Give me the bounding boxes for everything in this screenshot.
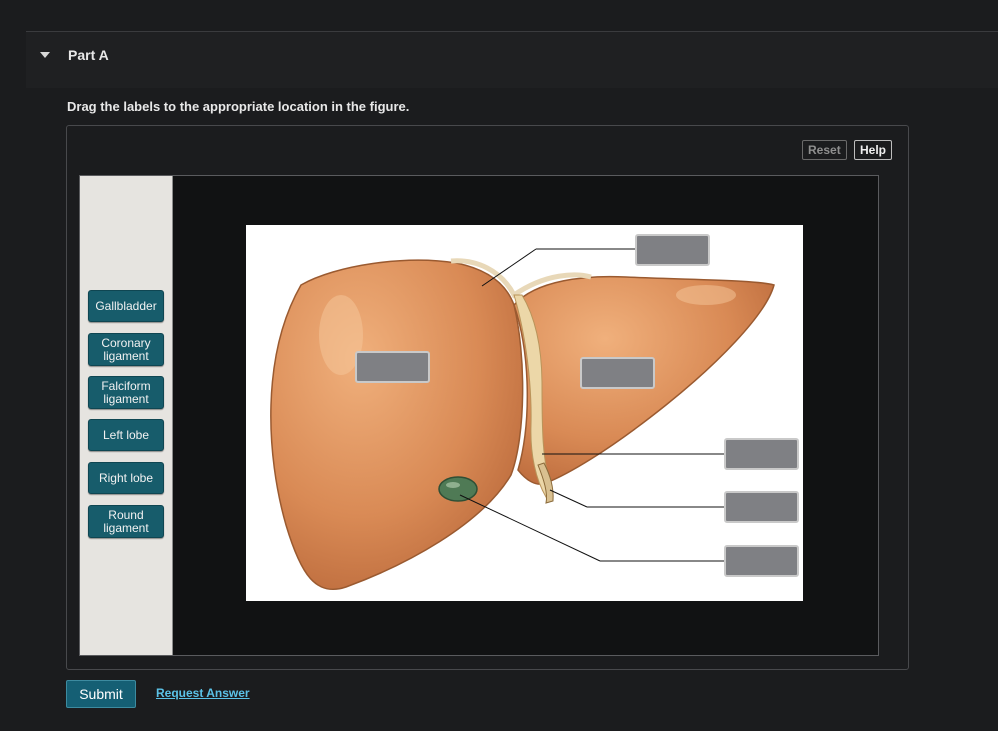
drop-target-round[interactable] <box>724 491 799 523</box>
part-title: Part A <box>68 47 109 63</box>
label-text: Left lobe <box>102 427 150 442</box>
label-text: ligament <box>103 391 149 406</box>
label-text: Round <box>108 507 144 522</box>
request-answer-link[interactable]: Request Answer <box>156 686 250 700</box>
label-text: Coronary <box>101 335 151 350</box>
drop-target-left[interactable] <box>580 357 655 389</box>
part-header[interactable] <box>26 32 998 88</box>
label-text: ligament <box>103 348 149 363</box>
label-coronary-ligament[interactable]: Coronary ligament <box>88 333 164 366</box>
instructions-text: Drag the labels to the appropriate locat… <box>67 99 410 114</box>
drop-target-right[interactable] <box>355 351 430 383</box>
label-round-ligament[interactable]: Round ligament <box>88 505 164 538</box>
liver-figure <box>246 225 803 601</box>
label-text: Right lobe <box>98 470 154 485</box>
label-text: Falciform <box>101 378 151 393</box>
label-text: Gallbladder <box>95 298 157 313</box>
drop-target-gallbladder[interactable] <box>724 545 799 577</box>
label-bank <box>80 176 173 655</box>
label-text: ligament <box>103 520 149 535</box>
reset-button[interactable]: Reset <box>802 140 847 160</box>
label-right-lobe[interactable]: Right lobe <box>88 462 164 494</box>
label-gallbladder[interactable]: Gallbladder <box>88 290 164 322</box>
submit-button[interactable]: Submit <box>66 680 136 708</box>
help-button[interactable]: Help <box>854 140 893 160</box>
liver-illustration <box>270 258 775 591</box>
drop-target-coronary[interactable] <box>635 234 710 266</box>
label-left-lobe[interactable]: Left lobe <box>88 419 164 451</box>
drop-target-falciform[interactable] <box>724 438 799 470</box>
collapse-caret-icon[interactable] <box>40 52 50 58</box>
label-falciform-ligament[interactable]: Falciform ligament <box>88 376 164 409</box>
